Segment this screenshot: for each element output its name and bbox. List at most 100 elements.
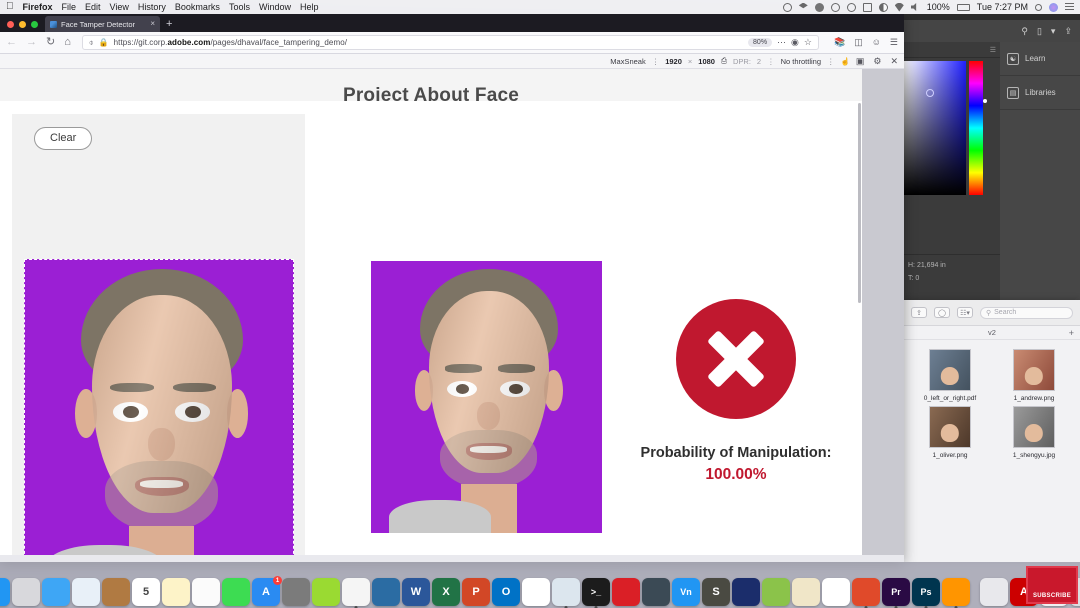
timemachine-icon[interactable]	[782, 2, 792, 12]
dock-item-evernote[interactable]	[822, 578, 850, 606]
clear-button[interactable]: Clear	[34, 127, 93, 150]
list-item[interactable]: 1_shengyu.jpg	[992, 406, 1076, 459]
shield-icon[interactable]: ⌽	[89, 38, 94, 48]
menubar-item-history[interactable]: History	[138, 2, 166, 12]
ellipsis-icon[interactable]: ⋯	[777, 38, 786, 47]
menubar-item-edit[interactable]: Edit	[85, 2, 101, 12]
dock-item-chrome[interactable]	[342, 578, 370, 608]
throttling-select[interactable]: No throttling	[781, 57, 821, 66]
volume-icon[interactable]	[910, 2, 917, 12]
dock-item-outlook[interactable]: O	[492, 578, 520, 606]
finder-window[interactable]: ⇪ ◯ ☷▾ ⚲ Search v2 + 0_left_or_right.pdf…	[904, 300, 1080, 562]
refresh-icon[interactable]	[846, 2, 856, 12]
menubar-item-tools[interactable]: Tools	[229, 2, 250, 12]
device-select-chevron-icon[interactable]: ⋮	[652, 57, 660, 66]
spotlight-search-icon[interactable]	[1035, 3, 1042, 11]
home-button[interactable]: ⌂	[64, 37, 71, 48]
dock-item-stickies[interactable]	[792, 578, 820, 606]
dock-item-evernote-alt[interactable]	[762, 578, 790, 606]
dock-item-mail[interactable]	[72, 578, 100, 606]
dock-item-creative-cloud[interactable]	[612, 578, 640, 606]
close-tab-icon[interactable]: ×	[150, 20, 155, 28]
dock-item-quicktime[interactable]	[642, 578, 670, 606]
dock-item-sublime-text[interactable]: S	[702, 578, 730, 606]
dock-item-reminders[interactable]	[192, 578, 220, 606]
sidebar-icon[interactable]: ◫	[854, 38, 863, 47]
dpr-chevron-icon[interactable]: ⋮	[767, 57, 775, 66]
settings-gear-icon[interactable]: ⚙	[873, 56, 881, 67]
hamburger-menu-icon[interactable]: ☰	[890, 38, 898, 47]
panel-libraries[interactable]: ▤ Libraries	[1000, 76, 1080, 110]
dock-item-firefox-dev[interactable]	[372, 578, 400, 606]
dock-item-photoshop[interactable]: Ps	[912, 578, 940, 608]
library-icon[interactable]: 📚	[834, 38, 845, 47]
pocket-icon[interactable]: ◉	[791, 38, 799, 47]
reload-button[interactable]: ↻	[46, 37, 55, 48]
siri-icon[interactable]	[1049, 2, 1058, 12]
menubar-item-file[interactable]: File	[62, 2, 77, 12]
hue-slider[interactable]	[969, 61, 987, 195]
dock-item-system-preferences[interactable]	[282, 578, 310, 606]
subscribe-badge[interactable]: SUBSCRIBE	[1026, 566, 1078, 604]
battery-icon[interactable]	[956, 3, 970, 11]
throttling-chevron-icon[interactable]: ⋮	[827, 57, 835, 66]
search-icon[interactable]: ⚲	[1021, 26, 1028, 37]
dock-item-skitch[interactable]	[552, 578, 580, 608]
dropbox-icon[interactable]	[798, 2, 808, 9]
menubar-item-bookmarks[interactable]: Bookmarks	[175, 2, 220, 12]
dock-item-vnc-viewer[interactable]: Vn	[672, 578, 700, 606]
page-scrollbar[interactable]	[857, 69, 862, 562]
do-not-disturb-icon[interactable]	[830, 2, 840, 12]
finder-path-label[interactable]: v2	[988, 328, 996, 337]
dock-item-premiere-pro[interactable]: Pr	[882, 578, 910, 608]
panel-options-icon[interactable]: ☰	[904, 42, 1000, 58]
input-image[interactable]	[24, 259, 294, 562]
rotate-icon[interactable]: ⎙	[721, 56, 727, 66]
dock-item-slack[interactable]	[522, 578, 550, 606]
viewport-width-input[interactable]: 1920	[665, 57, 682, 66]
list-item[interactable]: 1_andrew.png	[992, 349, 1076, 402]
menubar-item-view[interactable]: View	[110, 2, 129, 12]
dock-item-contacts[interactable]	[102, 578, 130, 606]
dock-item-firefox[interactable]	[942, 578, 970, 608]
list-item[interactable]: 0_left_or_right.pdf	[908, 349, 992, 402]
screenshot-icon[interactable]: ▣	[856, 56, 865, 67]
maximize-window-button[interactable]	[31, 21, 38, 28]
saturation-value-square[interactable]	[904, 61, 966, 195]
share-icon[interactable]: ⇪	[911, 307, 927, 318]
screenmode-icon[interactable]: ▯	[1037, 26, 1042, 37]
device-select[interactable]: MaxSneak	[610, 57, 645, 66]
contrast-icon[interactable]	[878, 2, 888, 12]
bookmark-star-icon[interactable]: ☆	[804, 38, 812, 47]
account-icon[interactable]: ☺	[872, 38, 881, 47]
dock-item-safari[interactable]	[42, 578, 70, 606]
dock-item-amazon-music[interactable]	[732, 578, 760, 606]
dock-item-xcode-ish[interactable]	[312, 578, 340, 606]
back-button[interactable]: ←	[6, 37, 17, 48]
tag-icon[interactable]: ◯	[934, 307, 950, 318]
result-image[interactable]	[371, 261, 602, 533]
finder-search-input[interactable]: ⚲ Search	[980, 306, 1073, 319]
dpr-value[interactable]: 2	[757, 57, 761, 66]
dock-item-notes[interactable]	[162, 578, 190, 606]
viewport-height-input[interactable]: 1080	[698, 57, 715, 66]
lock-icon[interactable]: 🔒	[99, 38, 109, 47]
forward-button[interactable]: →	[26, 37, 37, 48]
list-item[interactable]: 1_oliver.png	[908, 406, 992, 459]
color-picker[interactable]	[904, 61, 998, 195]
menubar-clock[interactable]: Tue 7:27 PM	[977, 2, 1028, 12]
touch-simulation-icon[interactable]: ☝	[841, 57, 850, 66]
group-icon[interactable]: ☷▾	[957, 307, 973, 318]
dock-item-calendar[interactable]: 5	[132, 578, 160, 606]
page-scrollbar-thumb[interactable]	[858, 103, 861, 303]
flux-icon[interactable]	[814, 2, 824, 12]
dock-item-grid-app[interactable]	[980, 578, 1008, 606]
add-tab-icon[interactable]: +	[1069, 328, 1074, 338]
url-bar[interactable]: ⌽ 🔒 https://git.corp.adobe.com/pages/dha…	[81, 35, 819, 50]
menubar-item-window[interactable]: Window	[259, 2, 291, 12]
dock-item-terminal[interactable]: >_	[582, 578, 610, 608]
zoom-level-badge[interactable]: 80%	[748, 38, 773, 47]
close-icon[interactable]: ✕	[890, 56, 898, 67]
minimize-window-button[interactable]	[19, 21, 26, 28]
dock-item-powerpoint[interactable]: P	[462, 578, 490, 606]
